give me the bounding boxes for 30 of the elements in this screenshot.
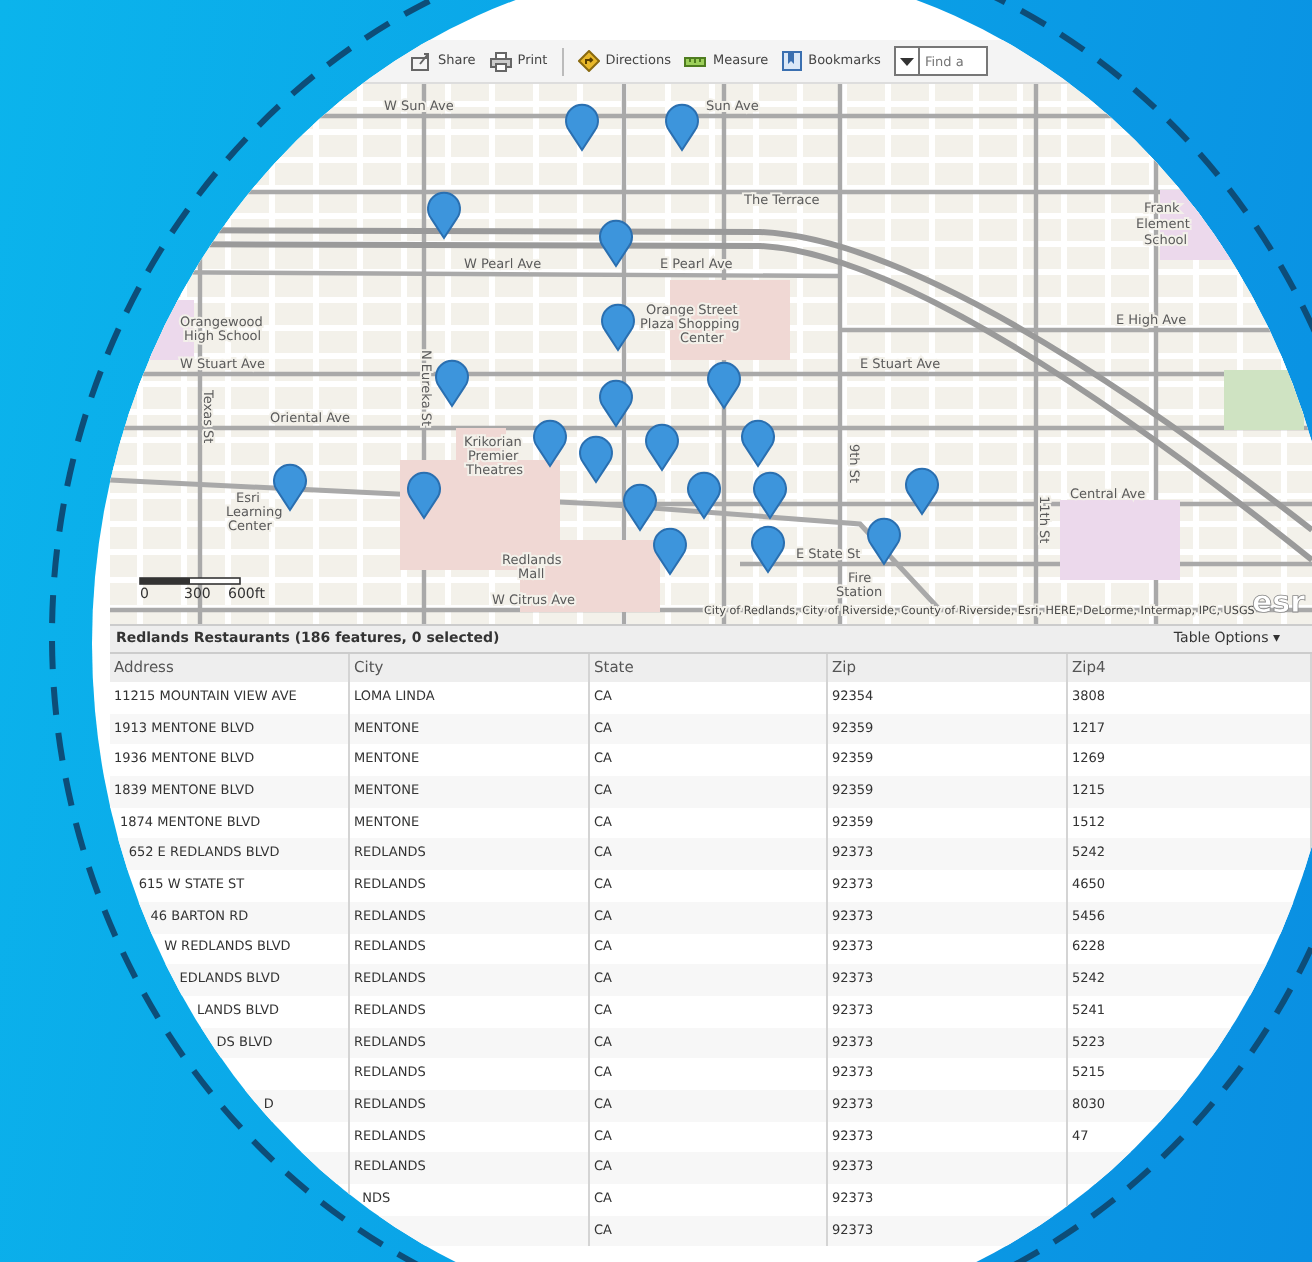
scale-bar [139, 577, 241, 585]
map-area [1224, 370, 1304, 430]
map-pin[interactable] [751, 525, 785, 573]
map-pin[interactable] [565, 103, 599, 151]
map-pin[interactable] [533, 419, 567, 467]
map-pin[interactable] [753, 471, 787, 519]
ruler-icon [684, 51, 707, 71]
map-area [1060, 500, 1180, 580]
diamond-arrow-icon [577, 50, 600, 72]
map-pin[interactable] [905, 467, 939, 515]
dropdown-button[interactable] [894, 46, 921, 76]
map-pin[interactable] [665, 103, 699, 151]
map-pin[interactable] [601, 303, 635, 351]
caret-icon [900, 57, 915, 65]
map-pin[interactable] [645, 423, 679, 471]
map-pin[interactable] [599, 219, 633, 267]
map-pin[interactable] [707, 361, 741, 409]
map-pin[interactable] [653, 527, 687, 575]
map-pin[interactable] [407, 471, 441, 519]
map-pin[interactable] [427, 191, 461, 239]
map-pin[interactable] [579, 435, 613, 483]
map-pin[interactable] [687, 471, 721, 519]
map-pin[interactable] [623, 483, 657, 531]
map-pin[interactable] [435, 359, 469, 407]
map-pin[interactable] [741, 419, 775, 467]
printer-icon [489, 51, 512, 71]
map-pin[interactable] [599, 379, 633, 427]
share-icon [410, 51, 432, 71]
book-icon [782, 50, 803, 72]
map-pin[interactable] [867, 517, 901, 565]
